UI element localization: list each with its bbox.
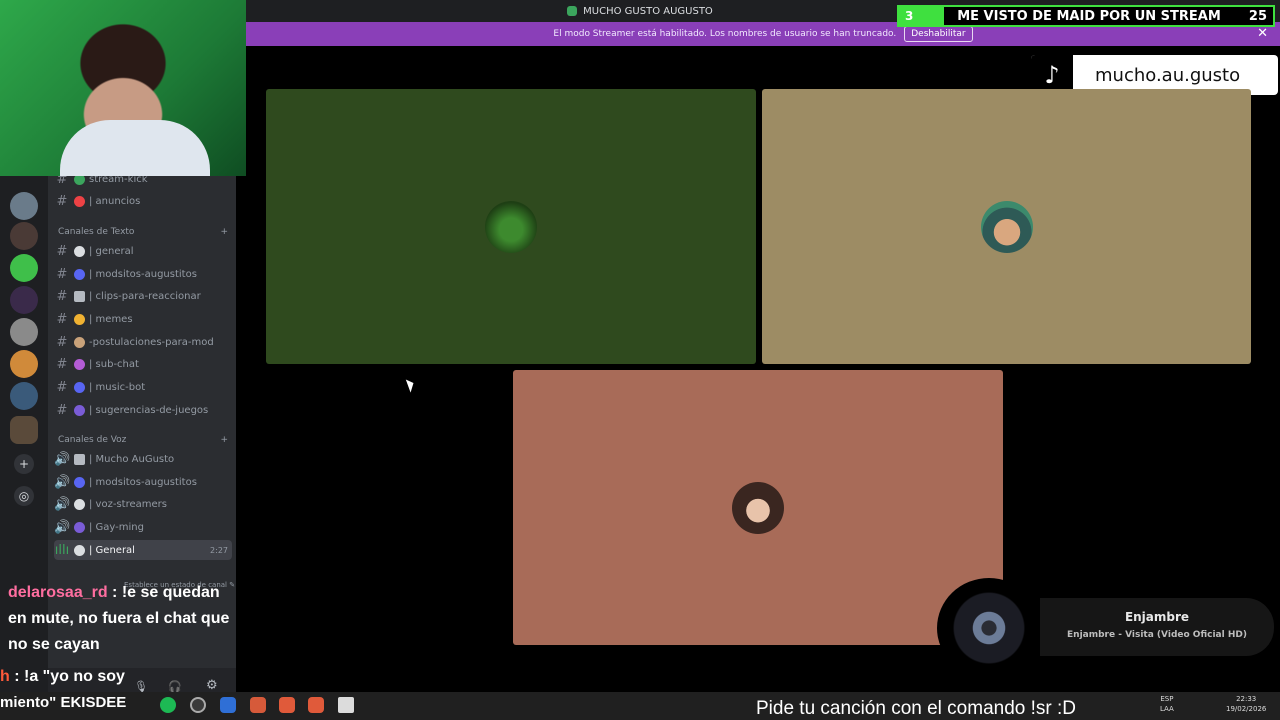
- hash-icon: #: [56, 402, 68, 418]
- voice-channel-gay-ming[interactable]: 🔊 | Gay-ming: [54, 517, 232, 537]
- brave-icon[interactable]: [250, 697, 266, 713]
- obs-icon[interactable]: [190, 697, 206, 713]
- channel-sub-chat[interactable]: # | sub-chat: [54, 354, 232, 374]
- speaker-icon: 🔊: [54, 496, 71, 512]
- channel-memes[interactable]: # | memes: [54, 309, 232, 329]
- clapper-icon: [74, 290, 85, 302]
- voice-activity-icon: ıllı: [54, 542, 70, 558]
- add-channel-icon[interactable]: +: [220, 227, 228, 237]
- hash-icon: #: [56, 379, 68, 395]
- language-indicator[interactable]: ESP LAA: [1160, 694, 1174, 714]
- hash-icon: #: [56, 288, 68, 304]
- chat-text: : !a "yo no soy: [9, 668, 125, 685]
- robot-icon: [74, 268, 85, 280]
- server-folder[interactable]: [10, 416, 38, 444]
- gamepad-icon: [74, 521, 85, 533]
- add-server-icon[interactable]: +: [14, 454, 34, 474]
- voice-participant-tile[interactable]: [266, 89, 756, 364]
- category-voice-channels[interactable]: Canales de Voz +: [58, 435, 228, 445]
- now-playing-widget: Enjambre Enjambre - Visita (Video Oficia…: [1040, 598, 1274, 656]
- server-avatar[interactable]: [10, 350, 38, 378]
- channel-music-bot[interactable]: # | music-bot: [54, 377, 232, 397]
- add-channel-icon[interactable]: +: [220, 435, 228, 445]
- chat-message: h : !a "yo no soy: [0, 664, 240, 690]
- speech-bubble-icon: [74, 544, 85, 556]
- heart-icon: [74, 358, 85, 370]
- clapper-icon: [74, 453, 85, 465]
- hash-icon: #: [56, 266, 68, 282]
- song-request-ticker: Pide tu canción con el comando !sr :D: [756, 698, 1077, 719]
- voice-channel-mucho-augusto[interactable]: 🔊 | Mucho AuGusto: [54, 449, 232, 469]
- server-avatar[interactable]: [10, 254, 38, 282]
- album-art-disc: [937, 578, 1041, 678]
- goal-title: ME VISTO DE MAID POR UN STREAM: [957, 8, 1221, 24]
- hash-icon: #: [56, 243, 68, 259]
- category-text-channels[interactable]: Canales de Texto +: [58, 227, 228, 237]
- tiktok-handle: mucho.au.gusto: [1095, 64, 1241, 86]
- channel-sugerencias[interactable]: # | sugerencias-de-juegos: [54, 400, 232, 420]
- server-icon: [567, 6, 578, 16]
- now-playing-track: Enjambre - Visita (Video Oficial HD): [1067, 630, 1247, 640]
- music-note-icon: [74, 381, 85, 393]
- voice-channel-voz-streamers[interactable]: 🔊 | voz-streamers: [54, 494, 232, 514]
- spotify-icon[interactable]: [160, 697, 176, 713]
- robot-icon: [74, 476, 85, 488]
- server-avatar[interactable]: [10, 382, 38, 410]
- chat-message: delarosaa_rd : !e se quedan en mute, no …: [0, 580, 240, 658]
- server-avatar[interactable]: [10, 222, 38, 250]
- server-avatar[interactable]: [10, 286, 38, 314]
- channel-postulaciones[interactable]: # -postulaciones-para-mod: [54, 332, 232, 352]
- brave-icon[interactable]: [308, 697, 324, 713]
- channel-general[interactable]: # | general: [54, 241, 232, 261]
- hash-icon: #: [56, 356, 68, 372]
- chat-username: h: [0, 668, 10, 685]
- megaphone-icon: [74, 195, 85, 207]
- server-avatar[interactable]: [10, 318, 38, 346]
- voice-participant-tile[interactable]: [762, 89, 1251, 364]
- chat-username: delarosaa_rd: [8, 584, 108, 601]
- close-icon[interactable]: ✕: [1257, 26, 1268, 41]
- channel-modsitos[interactable]: # | modsitos-augustitos: [54, 264, 232, 284]
- now-playing-artist: Enjambre: [1124, 610, 1190, 624]
- avatar: [485, 200, 537, 253]
- app-icon[interactable]: [220, 697, 236, 713]
- speech-bubble-icon: [74, 245, 85, 257]
- chat-fragment: miento" EKISDEE: [0, 694, 127, 711]
- channel-clips[interactable]: # | clips-para-reaccionar: [54, 286, 232, 306]
- window-title: MUCHO GUSTO AUGUSTO: [583, 5, 713, 17]
- avatar: [980, 200, 1033, 253]
- mouse-cursor: [405, 377, 417, 393]
- hash-icon: #: [56, 334, 68, 350]
- speaker-icon: 🔊: [54, 474, 71, 490]
- file-icon[interactable]: [338, 697, 354, 713]
- hash-icon: #: [56, 193, 68, 209]
- speaker-icon: 🔊: [54, 451, 71, 467]
- stream-goal-bar: 3 ME VISTO DE MAID POR UN STREAM 25: [897, 5, 1275, 27]
- headphones-icon: [74, 498, 85, 510]
- person-icon: [74, 336, 85, 348]
- streamer-webcam: [0, 0, 246, 176]
- speaker-icon: 🔊: [54, 519, 71, 535]
- stream-chat-overlay: delarosaa_rd : !e se quedan en mute, no …: [0, 580, 240, 690]
- voice-participant-tile[interactable]: [513, 370, 1003, 645]
- avatar: [732, 481, 784, 534]
- discover-icon[interactable]: ◎: [14, 486, 34, 506]
- disable-streamer-button[interactable]: Deshabilitar: [904, 26, 973, 42]
- gamepad-icon: [74, 404, 85, 416]
- laugh-emoji-icon: [74, 313, 85, 325]
- voice-channel-modsitos[interactable]: 🔊 | modsitos-augustitos: [54, 472, 232, 492]
- banner-text: El modo Streamer está habilitado. Los no…: [553, 29, 897, 39]
- hash-icon: #: [56, 311, 68, 327]
- channel-anuncios[interactable]: # | anuncios: [54, 191, 232, 211]
- brave-icon[interactable]: [279, 697, 295, 713]
- webcam-person: [60, 120, 210, 176]
- goal-target: 25: [1248, 8, 1267, 24]
- clock[interactable]: 22:33 19/02/2026: [1226, 694, 1266, 714]
- server-avatar[interactable]: [10, 192, 38, 220]
- goal-current: 3: [905, 9, 914, 23]
- voice-channel-general-active[interactable]: ıllı | General 2:27: [54, 540, 232, 560]
